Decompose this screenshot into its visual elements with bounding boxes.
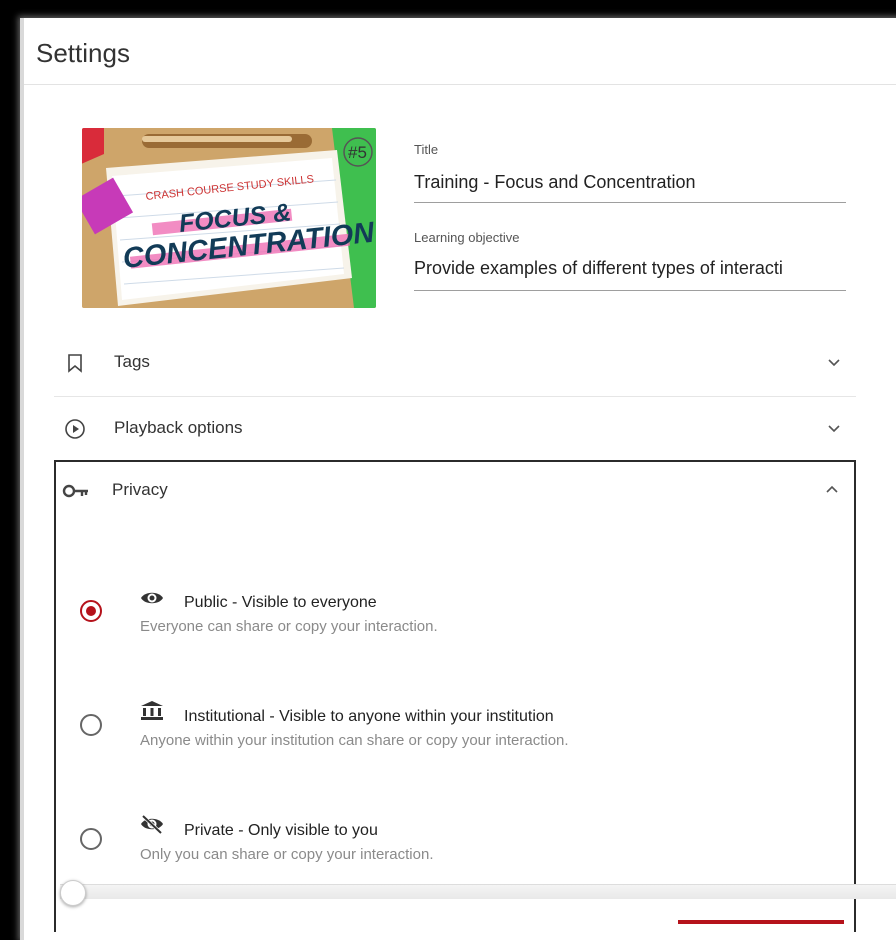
institutional-option-title: Institutional - Visible to anyone within… xyxy=(184,708,554,725)
chevron-up-icon xyxy=(826,485,838,493)
institution-icon xyxy=(141,701,163,720)
settings-dialog: Settings CRASH COURSE STUDY SKILLS FOCUS… xyxy=(20,18,896,940)
title-label: Title xyxy=(414,142,439,157)
privacy-label: Privacy xyxy=(112,480,168,499)
privacy-option-institutional[interactable]: Institutional - Visible to anyone within… xyxy=(56,701,836,772)
objective-label: Learning objective xyxy=(414,230,520,245)
video-thumbnail[interactable]: CRASH COURSE STUDY SKILLS FOCUS & CONCEN… xyxy=(82,128,376,308)
private-option-title: Private - Only visible to you xyxy=(184,822,378,839)
eye-off-icon xyxy=(141,814,163,834)
playback-section-header[interactable]: Playback options xyxy=(54,400,854,460)
private-radio[interactable] xyxy=(80,828,102,850)
tags-section-header[interactable]: Tags xyxy=(54,334,854,394)
play-circle-icon xyxy=(65,419,85,439)
dialog-header: Settings xyxy=(24,18,896,85)
tags-label: Tags xyxy=(114,352,150,371)
privacy-section-header[interactable]: Privacy xyxy=(56,462,854,522)
key-icon xyxy=(62,484,88,498)
privacy-panel: Privacy Public - Visible to everyone Eve… xyxy=(54,460,856,932)
eye-icon xyxy=(141,592,163,604)
horizontal-scrollbar[interactable] xyxy=(60,884,896,899)
title-underline xyxy=(414,202,846,203)
bookmark-icon xyxy=(68,354,82,373)
scrollbar-thumb[interactable] xyxy=(60,880,86,906)
objective-underline xyxy=(414,290,846,291)
public-option-title: Public - Visible to everyone xyxy=(184,594,377,611)
institutional-radio[interactable] xyxy=(80,714,102,736)
chevron-down-icon xyxy=(828,425,840,433)
public-radio[interactable] xyxy=(80,600,102,622)
privacy-option-public[interactable]: Public - Visible to everyone Everyone ca… xyxy=(56,588,836,658)
thumbnail-art: CRASH COURSE STUDY SKILLS FOCUS & CONCEN… xyxy=(82,128,376,308)
section-divider xyxy=(54,396,856,397)
primary-button-edge[interactable] xyxy=(678,920,844,924)
public-option-description: Everyone can share or copy your interact… xyxy=(140,618,438,635)
thumbnail-badge: #5 xyxy=(348,143,367,162)
institutional-option-description: Anyone within your institution can share… xyxy=(140,732,569,749)
page-title: Settings xyxy=(36,38,130,68)
objective-input[interactable]: Provide examples of different types of i… xyxy=(414,258,846,279)
privacy-option-private[interactable]: Private - Only visible to you Only you c… xyxy=(56,814,836,886)
private-option-description: Only you can share or copy your interact… xyxy=(140,846,434,863)
chevron-down-icon xyxy=(828,359,840,367)
title-input[interactable]: Training - Focus and Concentration xyxy=(414,172,846,193)
playback-options-label: Playback options xyxy=(114,418,243,437)
